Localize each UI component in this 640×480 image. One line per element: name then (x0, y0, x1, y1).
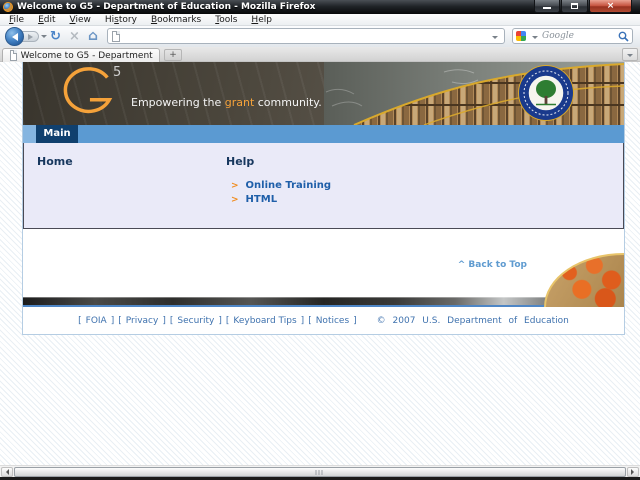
bracket: [ (308, 315, 312, 326)
tab-welcome-g5[interactable]: Welcome to G5 - Department of Edu... (2, 48, 160, 62)
arrow-bullet-icon: > (231, 181, 239, 191)
history-dropdown-icon[interactable] (41, 35, 47, 41)
g5-logo-sup: 5 (113, 65, 122, 80)
nav-bar-segment (23, 125, 36, 143)
g5-banner: 5 Empowering the grant community. (23, 62, 624, 125)
help-heading: Help (226, 155, 255, 168)
department-of-education-seal-icon (518, 65, 574, 121)
footer-link-foia[interactable]: FOIA (86, 316, 107, 326)
tab-label: Welcome to G5 - Department of Edu... (20, 50, 154, 61)
footer-link-security[interactable]: Security (177, 316, 214, 326)
back-to-top-link[interactable]: ^ Back to Top (458, 260, 527, 270)
back-icon (11, 32, 18, 41)
minimize-icon (543, 7, 551, 9)
bracket: ] (162, 315, 166, 326)
maximize-button[interactable] (561, 0, 588, 13)
bracket: [ (169, 315, 174, 326)
search-icon[interactable] (618, 31, 629, 42)
back-button[interactable] (5, 27, 24, 46)
menu-bookmarks[interactable]: Bookmarks (144, 14, 208, 26)
tab-bar: Welcome to G5 - Department of Edu... + (0, 47, 640, 62)
scrollbar-grip-icon (315, 470, 325, 475)
menu-history[interactable]: History (98, 14, 144, 26)
firefox-icon (3, 2, 13, 12)
footer-link-privacy[interactable]: Privacy (126, 316, 159, 326)
forward-icon (28, 33, 33, 40)
search-input[interactable] (542, 30, 618, 42)
banner-tagline: Empowering the grant community. (131, 96, 322, 109)
tab-main[interactable]: Main (36, 125, 78, 143)
content-panel: Home Help > Online Training > HTML (23, 143, 624, 229)
bracket: ] (300, 315, 305, 326)
menu-bar: File Edit View History Bookmarks Tools H… (0, 14, 640, 26)
reload-button[interactable]: ↻ (50, 28, 61, 45)
bracket: ] (353, 315, 357, 326)
page-footer: [FOIA] [Privacy] [Security] [Keyboard Ti… (23, 307, 624, 334)
metal-divider-strip (23, 297, 624, 305)
forward-button[interactable] (22, 31, 39, 42)
site-nav-bar: Main (23, 125, 624, 143)
maximize-icon (571, 3, 578, 9)
menu-help[interactable]: Help (244, 14, 279, 26)
close-icon: × (606, 0, 615, 11)
menu-edit[interactable]: Edit (31, 14, 62, 26)
bracket: ] (218, 315, 222, 326)
tab-favicon-icon (10, 50, 17, 61)
search-bar[interactable] (512, 28, 633, 44)
url-dropdown-icon[interactable] (492, 35, 498, 42)
scrollbar-thumb[interactable] (14, 467, 626, 477)
window-controls: × (534, 0, 632, 13)
classroom-chairs-photo (544, 253, 624, 307)
link-html[interactable]: > HTML (231, 194, 277, 205)
home-button[interactable]: ⌂ (88, 28, 98, 45)
footer-link-keyboard-tips[interactable]: Keyboard Tips (233, 316, 296, 326)
copyright-text: © 2007 U.S. Department of Education (376, 315, 569, 326)
list-all-tabs-button[interactable] (622, 48, 638, 61)
bracket: [ (78, 315, 82, 326)
search-engine-dropdown-icon[interactable] (532, 35, 538, 42)
chevron-down-icon (627, 53, 633, 60)
bracket: [ (225, 315, 230, 326)
page-viewport: 5 Empowering the grant community. Main H… (0, 62, 640, 465)
new-tab-button[interactable]: + (164, 49, 182, 61)
g5-page: 5 Empowering the grant community. Main H… (22, 62, 625, 335)
scroll-left-button[interactable] (1, 467, 13, 477)
banner-photo-collage (324, 62, 624, 125)
home-heading: Home (37, 155, 73, 168)
arrow-bullet-icon: > (231, 195, 239, 205)
google-icon (516, 31, 526, 41)
menu-file[interactable]: File (2, 14, 31, 26)
scroll-left-icon (3, 469, 9, 475)
menu-tools[interactable]: Tools (208, 14, 244, 26)
footer-link-notices[interactable]: Notices (316, 316, 349, 326)
url-input[interactable] (124, 30, 488, 42)
title-bar[interactable]: Welcome to G5 - Department of Education … (0, 0, 640, 14)
url-bar[interactable] (107, 28, 505, 44)
site-favicon-icon (112, 30, 120, 42)
bracket: ] (110, 315, 115, 326)
g5-logo-icon (63, 67, 113, 114)
window-title: Welcome to G5 - Department of Education … (17, 2, 316, 12)
link-online-training[interactable]: > Online Training (231, 180, 331, 191)
menu-view[interactable]: View (63, 14, 98, 26)
close-button[interactable]: × (589, 0, 632, 13)
browser-window: Welcome to G5 - Department of Education … (0, 0, 640, 480)
scroll-right-icon (631, 469, 637, 475)
stop-button[interactable]: × (69, 28, 80, 45)
minimize-button[interactable] (534, 0, 560, 13)
scroll-right-button[interactable] (627, 467, 639, 477)
bracket: [ (118, 315, 122, 326)
horizontal-scrollbar[interactable] (0, 465, 640, 477)
navigation-toolbar: ↻ × ⌂ (0, 26, 640, 47)
